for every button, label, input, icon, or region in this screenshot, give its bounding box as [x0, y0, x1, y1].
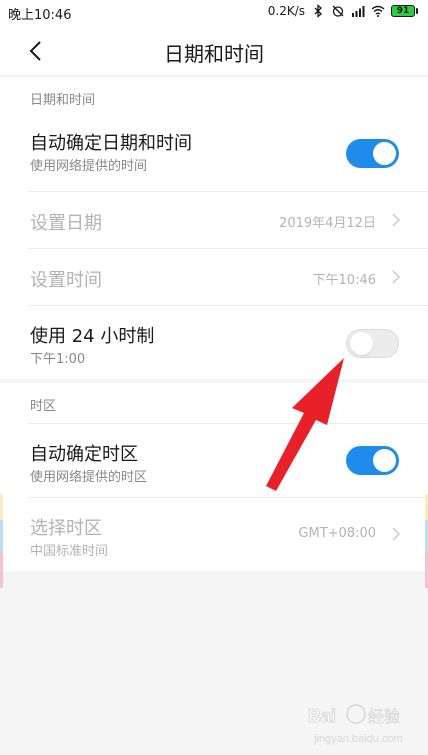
row-label: 自动确定日期和时间	[30, 133, 192, 154]
chevron-right-icon	[392, 213, 400, 227]
date-value: 2019年4月12日	[279, 216, 376, 231]
row-label: 选择时区	[30, 518, 102, 539]
row-sub: 下午1:00	[30, 352, 86, 367]
status-icons: 0.2K/s 91	[268, 4, 418, 18]
wifi-icon	[371, 5, 385, 17]
alarm-off-icon	[332, 5, 344, 17]
format24-row[interactable]: 使用 24 小时制 下午1:00	[28, 305, 428, 379]
row-label: 自动确定时区	[30, 444, 138, 465]
select-timezone-row[interactable]: 选择时区 中国标准时间 GMT+08:00	[28, 497, 428, 571]
auto-timezone-toggle[interactable]	[346, 446, 399, 475]
watermark: Bai 经验 jingyan.baidu.com	[308, 704, 403, 745]
row-label: 设置日期	[30, 213, 102, 234]
page-title: 日期和时间	[164, 42, 264, 66]
title-bar: 日期和时间	[0, 26, 428, 76]
row-sub: 中国标准时间	[30, 544, 109, 559]
row-label: 使用 24 小时制	[30, 326, 155, 347]
chevron-right-icon	[392, 270, 400, 284]
bluetooth-icon	[314, 4, 322, 18]
section-header: 日期和时间	[30, 93, 96, 108]
edge-strip	[0, 520, 3, 552]
status-time: 晚上10:46	[8, 8, 72, 23]
auto-timezone-row[interactable]: 自动确定时区 使用网络提供的时区	[28, 423, 428, 497]
svg-text:jingyan.baidu.com: jingyan.baidu.com	[313, 733, 403, 745]
time-value: 下午10:46	[312, 273, 376, 288]
battery-icon: 91	[391, 5, 418, 17]
row-sub: 使用网络提供的时区	[30, 470, 148, 485]
toggle-knob	[373, 449, 396, 472]
auto-datetime-toggle[interactable]	[346, 139, 399, 168]
format24-toggle[interactable]	[346, 329, 399, 358]
row-sub: 使用网络提供的时间	[30, 159, 148, 174]
row-label: 设置时间	[30, 270, 102, 291]
edge-strip	[0, 494, 3, 520]
timezone-section: 时区 自动确定时区 使用网络提供的时区 选择时区 中国标准时间 GMT+08:0…	[0, 383, 428, 571]
edge-strip	[0, 552, 3, 588]
status-bar: 晚上10:46 0.2K/s 91	[0, 0, 428, 26]
svg-text:Bai: Bai	[308, 706, 336, 726]
set-date-row[interactable]: 设置日期 2019年4月12日	[28, 191, 428, 248]
toggle-knob	[373, 142, 396, 165]
section-header: 时区	[30, 399, 57, 414]
datetime-section: 日期和时间 自动确定日期和时间 使用网络提供的时间 设置日期 2019年4月12…	[0, 77, 428, 379]
chevron-right-icon	[392, 527, 400, 541]
signal-icon	[352, 6, 365, 17]
timezone-value: GMT+08:00	[298, 526, 376, 541]
svg-text:经验: 经验	[368, 707, 400, 726]
network-speed: 0.2K/s	[267, 4, 305, 18]
auto-datetime-row[interactable]: 自动确定日期和时间 使用网络提供的时间	[28, 117, 428, 191]
toggle-knob	[350, 332, 373, 355]
set-time-row[interactable]: 设置时间 下午10:46	[28, 248, 428, 305]
battery-level: 91	[391, 5, 415, 17]
